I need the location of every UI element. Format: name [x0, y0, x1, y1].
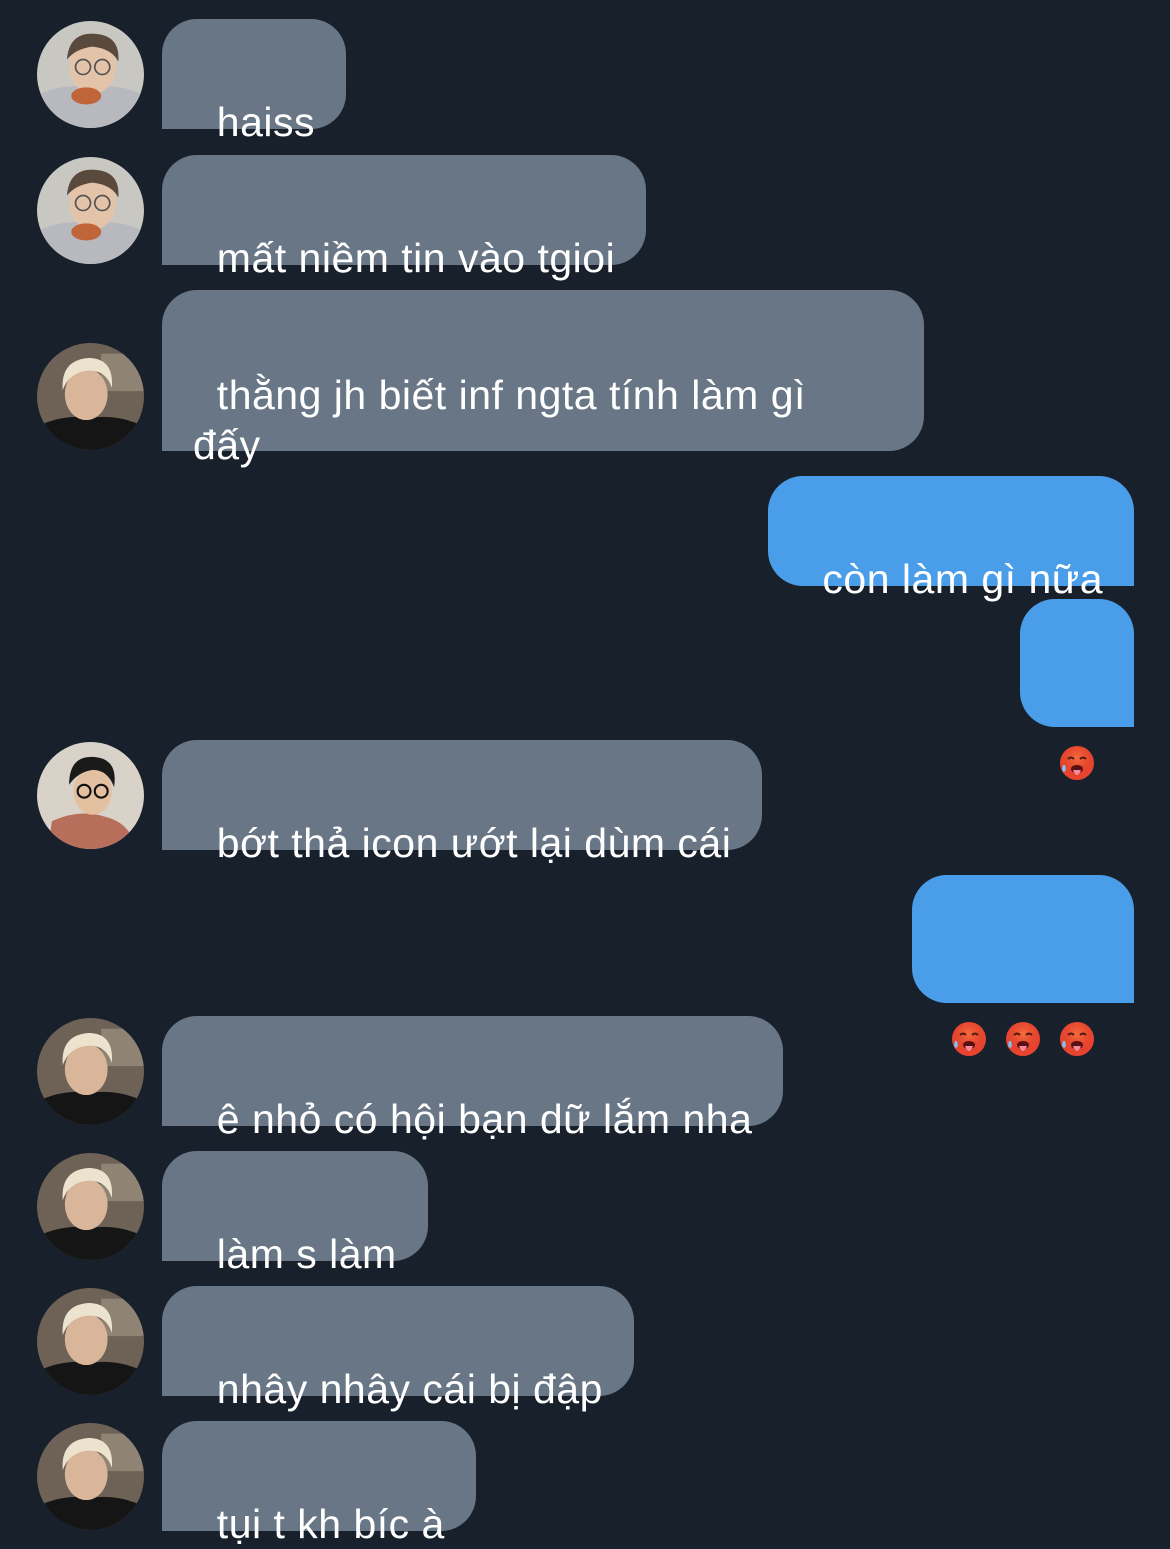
blond-boy-avatar[interactable]: [37, 1018, 144, 1125]
message-text: mất niềm tin vào tgioi: [216, 235, 616, 281]
incoming-message[interactable]: tụi t kh bíc à: [162, 1421, 476, 1547]
dark-hair-boy-avatar[interactable]: [37, 742, 144, 849]
message-text: thằng jh biết inf ngta tính làm gì đấy: [193, 372, 806, 468]
message-text: haiss: [216, 99, 316, 145]
hot-face-emoji: [949, 1019, 989, 1059]
outgoing-message[interactable]: còn làm gì nữa: [767, 476, 1134, 602]
incoming-message[interactable]: nhây nhây cái bị đập: [162, 1286, 634, 1412]
incoming-message[interactable]: làm s làm: [162, 1151, 428, 1277]
message-text: bớt thả icon ướt lại dùm cái: [216, 820, 732, 866]
hot-face-emoji: [1003, 1019, 1043, 1059]
blond-boy-avatar[interactable]: [37, 1153, 144, 1260]
message-text: làm s làm: [216, 1231, 397, 1277]
hot-face-emoji: [1057, 743, 1097, 783]
message-text: ê nhỏ có hội bạn dữ lắm nha: [216, 1096, 753, 1142]
incoming-message[interactable]: haiss: [162, 19, 347, 145]
glasses-boy-avatar[interactable]: [37, 157, 144, 264]
incoming-message[interactable]: ê nhỏ có hội bạn dữ lắm nha: [162, 1016, 784, 1142]
outgoing-emoji-message[interactable]: [1020, 599, 1134, 727]
blond-boy-avatar[interactable]: [37, 343, 144, 450]
blond-boy-avatar[interactable]: [37, 1423, 144, 1530]
message-text: nhây nhây cái bị đập: [216, 1366, 603, 1412]
message-text: tụi t kh bíc à: [216, 1501, 445, 1547]
blond-boy-avatar[interactable]: [37, 1288, 144, 1395]
outgoing-emoji-message[interactable]: [912, 875, 1134, 1003]
incoming-message[interactable]: bớt thả icon ướt lại dùm cái: [162, 740, 763, 866]
glasses-boy-avatar[interactable]: [37, 21, 144, 128]
hot-face-emoji: [1057, 1019, 1097, 1059]
incoming-message[interactable]: thằng jh biết inf ngta tính làm gì đấy: [162, 290, 924, 468]
message-text: còn làm gì nữa: [822, 556, 1103, 602]
incoming-message[interactable]: mất niềm tin vào tgioi: [162, 155, 647, 281]
